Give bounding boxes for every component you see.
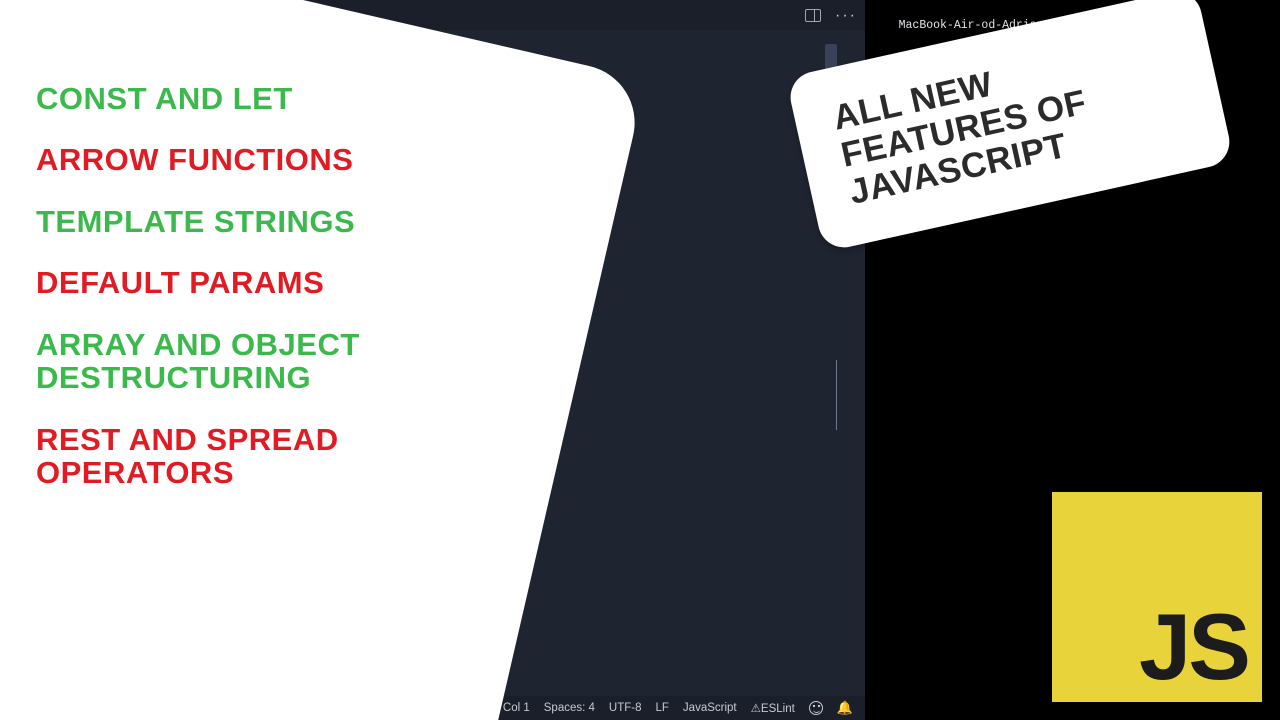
status-eslint[interactable]: ESLint	[751, 701, 795, 715]
feature-template-strings: TEMPLATE STRINGS	[36, 205, 476, 238]
split-editor-icon[interactable]	[805, 9, 821, 22]
feature-default-params: DEFAULT PARAMS	[36, 266, 476, 299]
feature-arrow-functions: ARROW FUNCTIONS	[36, 143, 476, 176]
status-eol[interactable]: LF	[656, 702, 669, 714]
js-logo-text: JS	[1139, 600, 1248, 694]
feature-destructuring: ARRAY AND OBJECT DESTRUCTURING	[36, 328, 476, 395]
status-spaces[interactable]: Spaces: 4	[544, 702, 595, 714]
feature-const-let: CONST AND LET	[36, 82, 476, 115]
feedback-icon[interactable]	[809, 701, 823, 715]
js-logo: JS	[1052, 492, 1262, 702]
feature-rest-spread: REST AND SPREAD OPERATORS	[36, 423, 476, 490]
notifications-icon[interactable]: 🔔	[837, 700, 853, 716]
features-list: CONST AND LET ARROW FUNCTIONS TEMPLATE S…	[36, 82, 476, 490]
scrollbar-thumb[interactable]	[836, 360, 837, 430]
status-language[interactable]: JavaScript	[683, 702, 737, 714]
more-actions-icon[interactable]: ···	[835, 9, 857, 22]
status-encoding[interactable]: UTF-8	[609, 702, 642, 714]
